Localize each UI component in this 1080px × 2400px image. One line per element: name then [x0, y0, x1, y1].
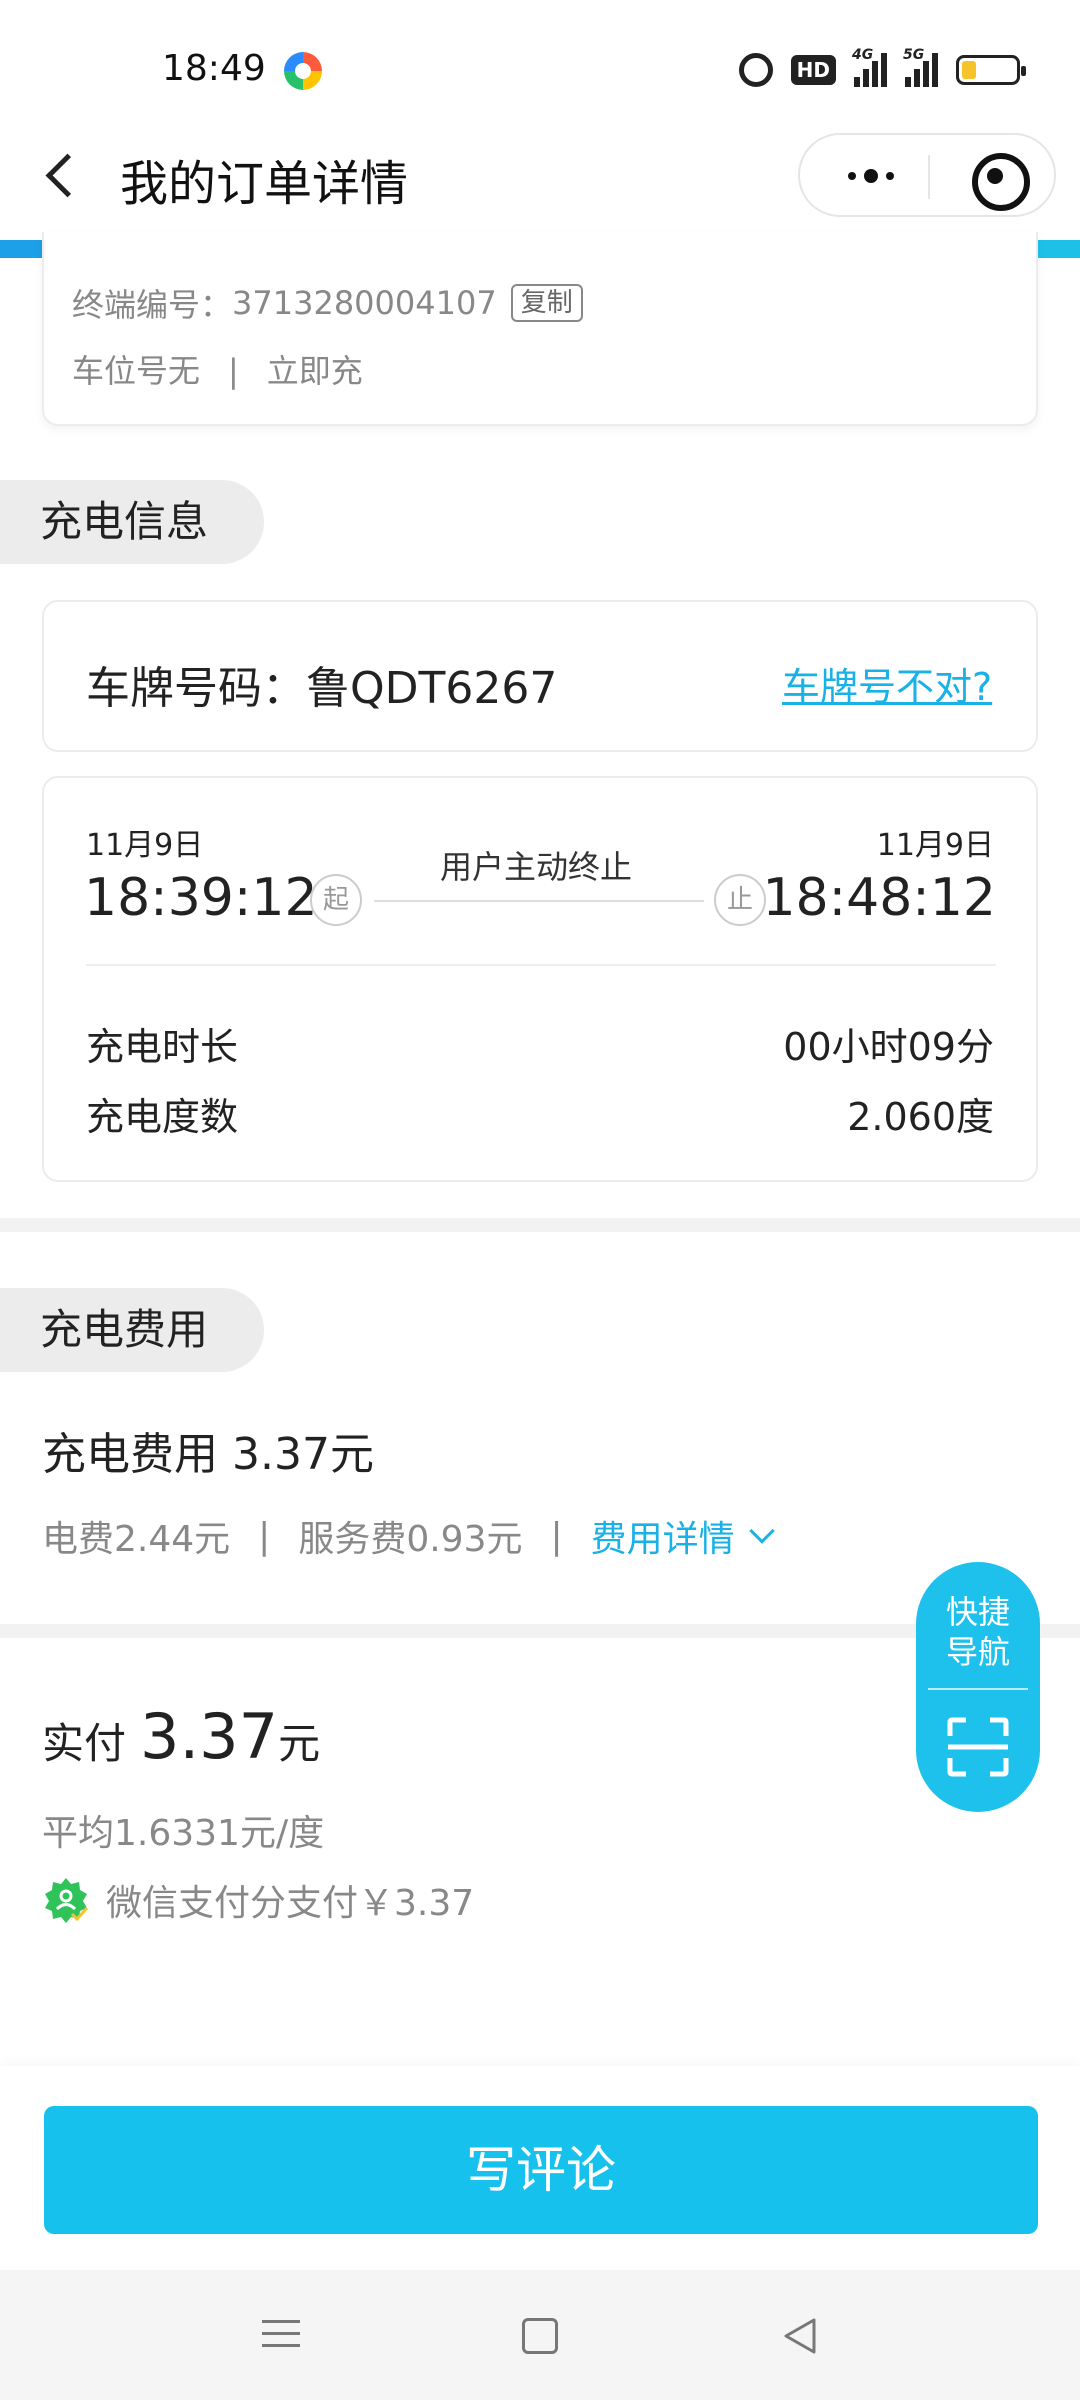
header-accent-right — [1036, 240, 1080, 258]
status-time: 18:49 — [162, 48, 266, 89]
average-price: 平均1.6331元/度 — [42, 1813, 325, 1854]
terminal-label: 终端编号： — [72, 286, 233, 324]
terminal-number-row: 终端编号： 3713280004107 复制 — [72, 280, 583, 326]
fee-total-row: 充电费用 3.37元 — [42, 1418, 374, 1482]
more-icon[interactable] — [820, 135, 920, 215]
energy-value: 2.060度 — [847, 1095, 994, 1139]
back-icon[interactable] — [36, 140, 96, 210]
paid-row: 实付 3.37 元 — [42, 1700, 320, 1773]
fee-total-label: 充电费用 — [42, 1429, 218, 1480]
timeline-line — [374, 900, 704, 902]
write-review-button[interactable]: 写评论 — [44, 2106, 1038, 2234]
quick-nav-label-line2: 导航 — [945, 1633, 1010, 1671]
payment-method: 微信支付分支付￥3.37 — [106, 1883, 475, 1924]
payment-method-row: 微信支付分支付￥3.37 — [42, 1874, 474, 1926]
menu-icon[interactable] — [262, 2318, 300, 2350]
copy-button[interactable]: 复制 — [510, 284, 583, 322]
battery-icon — [956, 55, 1026, 85]
signal-5g-icon: 5G — [903, 47, 938, 87]
status-icons: HD 4G 5G — [738, 47, 1026, 90]
back-triangle-icon[interactable] — [780, 2316, 820, 2356]
separator: | — [228, 352, 239, 390]
service-fee: 服务费0.93元 — [298, 1519, 523, 1560]
start-tag: 起 — [310, 874, 362, 926]
duration-label: 充电时长 — [86, 1025, 239, 1069]
plate-number: 鲁QDT6267 — [306, 663, 558, 714]
hd-icon: HD — [790, 55, 836, 85]
fee-detail-label: 费用详情 — [590, 1519, 735, 1560]
section-divider — [0, 1218, 1080, 1232]
header-accent-left — [0, 240, 44, 258]
target-icon[interactable] — [950, 135, 1040, 215]
plate-row: 车牌号码：鲁QDT6267 — [86, 652, 557, 716]
energy-label: 充电度数 — [86, 1095, 239, 1139]
separator: | — [258, 1515, 271, 1557]
quick-nav-divider — [928, 1688, 1028, 1690]
chevron-down-icon — [748, 1518, 775, 1544]
end-tag: 止 — [714, 874, 766, 926]
parking-spot: 车位号无 — [72, 352, 201, 390]
app-icon — [284, 52, 322, 90]
terminal-card — [42, 232, 1038, 426]
parking-spot-row: 车位号无 | 立即充 — [72, 346, 363, 392]
alarm-icon — [738, 53, 773, 87]
plate-fix-link[interactable]: 车牌号不对? — [782, 656, 992, 711]
end-time: 18:48:12 — [762, 868, 996, 928]
fee-detail-link[interactable]: 费用详情 — [590, 1510, 775, 1562]
fee-section-title: 充电费用 — [0, 1288, 264, 1372]
separator: | — [550, 1515, 563, 1557]
terminal-number: 3713280004107 — [232, 284, 497, 322]
signal-5g-label: 5G — [903, 47, 925, 63]
home-icon[interactable] — [522, 2318, 558, 2354]
plate-label: 车牌号码： — [86, 663, 306, 714]
charge-info-section-title: 充电信息 — [0, 480, 264, 564]
fee-total-value: 3.37元 — [232, 1429, 374, 1480]
card-divider — [86, 964, 996, 966]
signal-4g-label: 4G — [852, 47, 874, 63]
paid-label: 实付 — [42, 1719, 127, 1768]
wechat-pay-score-icon — [42, 1876, 90, 1924]
end-date: 11月9日 — [876, 828, 994, 863]
quick-nav-button[interactable]: 快捷 导航 — [916, 1562, 1040, 1812]
start-time: 18:39:12 — [84, 868, 318, 928]
quick-nav-label: 快捷 导航 — [916, 1592, 1040, 1672]
paid-amount: 3.37 — [140, 1700, 279, 1773]
charge-mode: 立即充 — [266, 352, 363, 390]
start-date: 11月9日 — [86, 828, 204, 863]
signal-4g-icon: 4G — [852, 47, 887, 87]
duration-value: 00小时09分 — [783, 1025, 994, 1069]
page-title: 我的订单详情 — [120, 156, 409, 212]
capsule-divider — [928, 155, 930, 199]
mini-program-capsule — [798, 133, 1056, 217]
scan-icon[interactable] — [946, 1716, 1010, 1778]
fee-breakdown-row: 电费2.44元 | 服务费0.93元 | 费用详情 — [42, 1510, 775, 1562]
stop-reason: 用户主动终止 — [440, 848, 633, 886]
quick-nav-label-line1: 快捷 — [945, 1593, 1010, 1631]
electricity-fee: 电费2.44元 — [42, 1519, 231, 1560]
paid-unit: 元 — [278, 1719, 321, 1768]
